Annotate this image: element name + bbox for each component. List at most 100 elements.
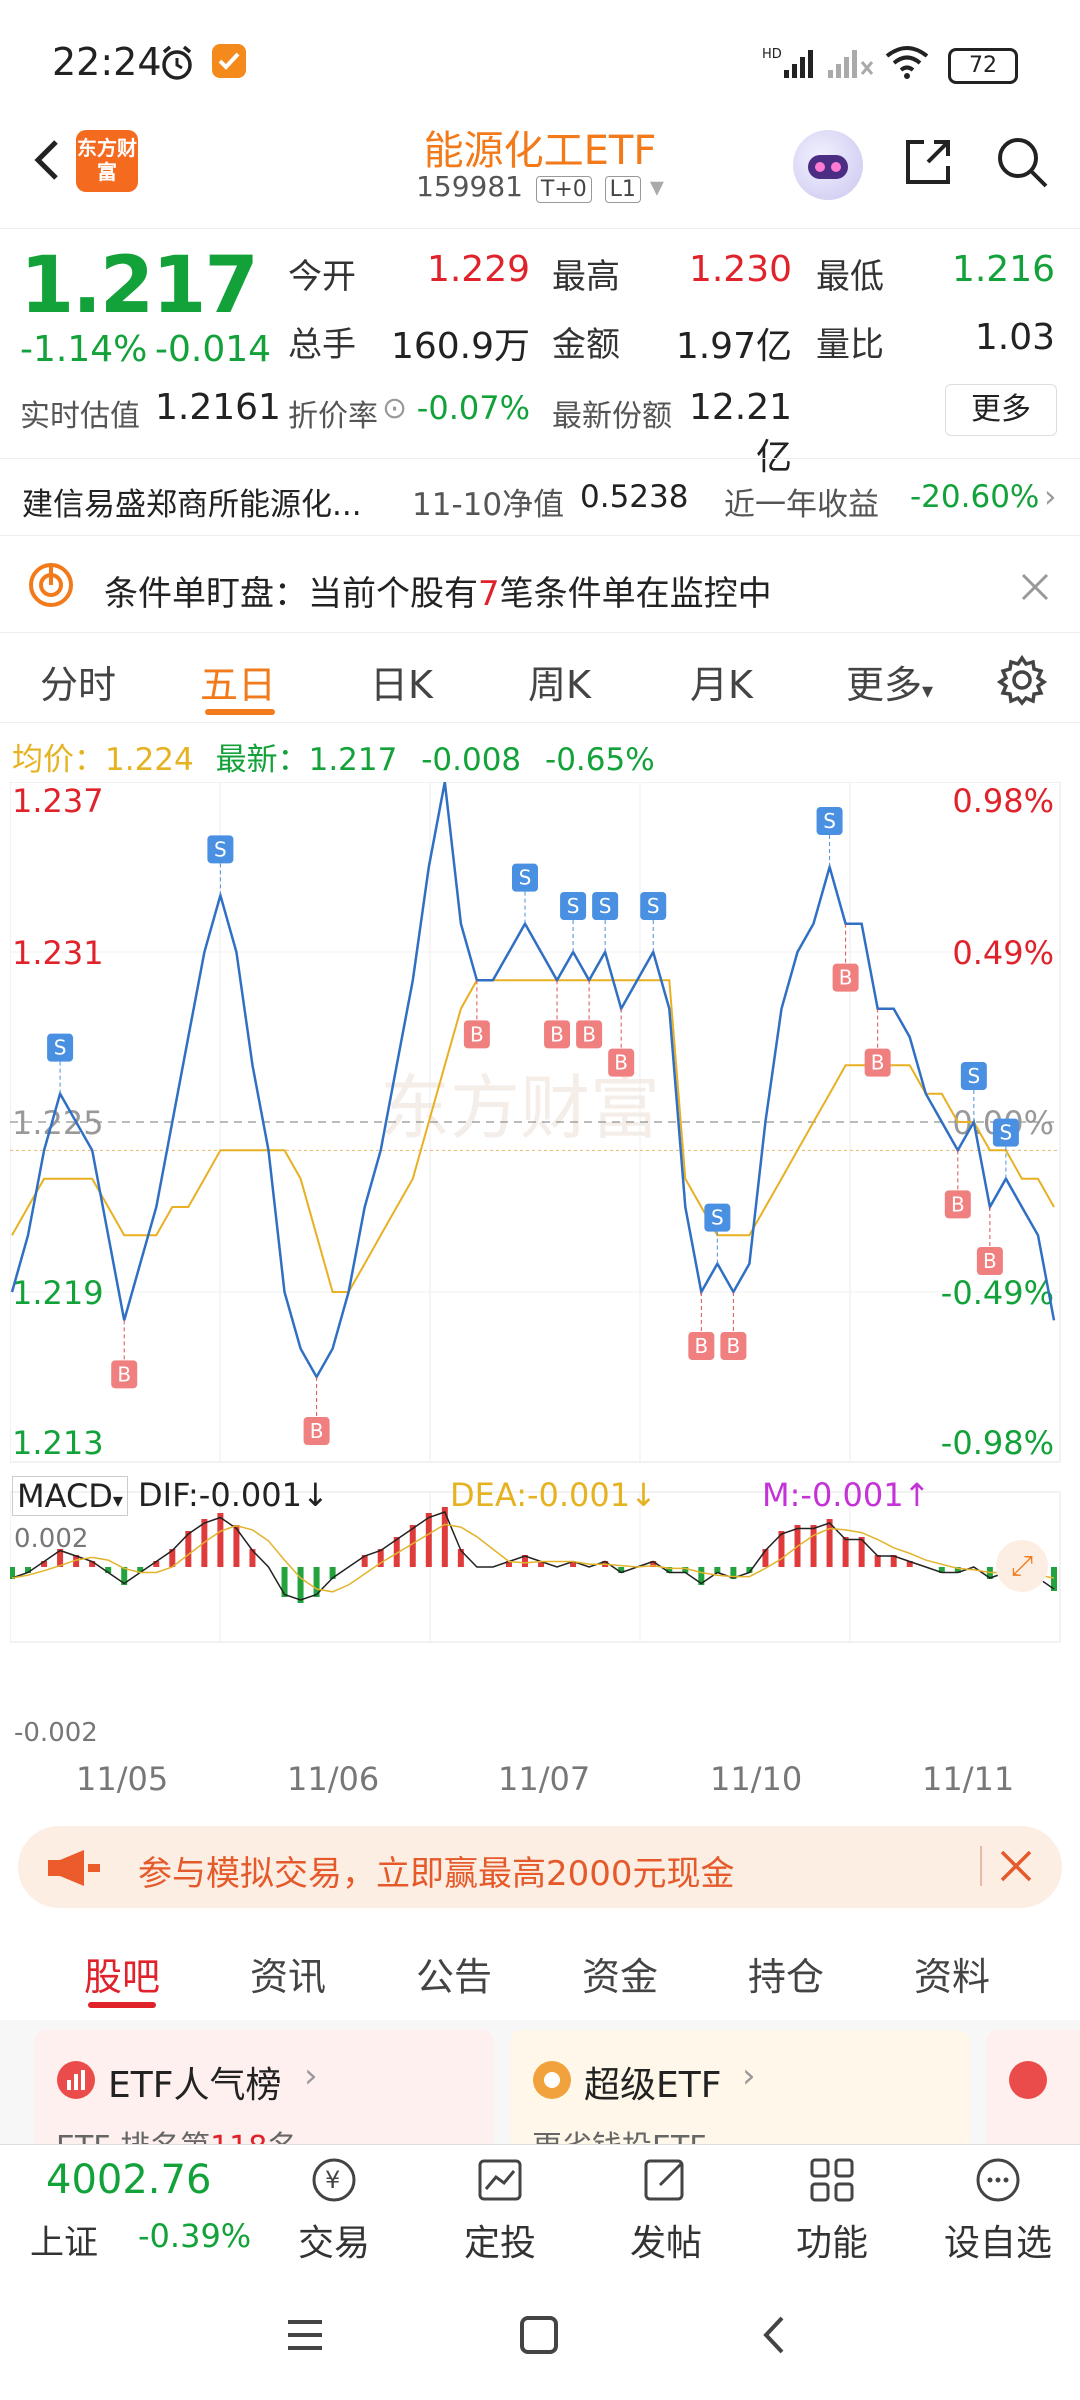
- amount-label: 金额: [552, 325, 620, 365]
- settings-icon[interactable]: [996, 654, 1048, 706]
- marker-label: B: [983, 1249, 997, 1273]
- macd-selector[interactable]: MACD▾: [12, 1476, 128, 1516]
- add-watchlist-button[interactable]: 设自选: [944, 2155, 1052, 2266]
- etf-card-partial[interactable]: [986, 2030, 1080, 2144]
- tab-five-day[interactable]: 五日: [200, 654, 276, 709]
- tab-daily-k[interactable]: 日K: [370, 654, 433, 709]
- card-sub-suffix: 名: [267, 2130, 297, 2144]
- dropdown-icon[interactable]: ▾: [650, 170, 664, 203]
- arrow-up-icon: ↑: [903, 1476, 931, 1514]
- date-label: 11/05: [76, 1760, 169, 1798]
- dea-value: DEA:-0.001↓: [450, 1476, 657, 1514]
- tab-forum[interactable]: 股吧: [84, 1946, 160, 2001]
- tab-profile[interactable]: 资料: [914, 1946, 990, 2001]
- tab-intraday[interactable]: 分时: [40, 654, 116, 709]
- macd-max: 0.002: [14, 1524, 89, 1554]
- info-icon[interactable]: ⊙: [382, 391, 407, 426]
- invest-plan-button[interactable]: 定投: [446, 2155, 554, 2266]
- tab-news[interactable]: 资讯: [250, 1946, 326, 2001]
- fund-info-row[interactable]: 建信易盛郑商所能源化... 11-10净值 0.5238 近一年收益 -20.6…: [0, 458, 1080, 536]
- marker-label: S: [214, 837, 227, 861]
- marker-label: S: [823, 809, 836, 833]
- header: 东方财富 能源化工ETF 159981 T+0 L1 ▾: [0, 120, 1080, 225]
- marker-label: B: [310, 1419, 324, 1443]
- card-sub: 更省钱投ETF: [532, 2122, 707, 2144]
- expand-icon[interactable]: ⤢: [996, 1540, 1048, 1592]
- tab-capital[interactable]: 资金: [582, 1946, 658, 2001]
- active-tab-indicator: [88, 2002, 156, 2008]
- menu-icon[interactable]: [284, 2314, 326, 2356]
- functions-label: 功能: [795, 2223, 868, 2264]
- tab-monthly-k[interactable]: 月K: [690, 654, 753, 709]
- macd-panel: [10, 1491, 1061, 1643]
- post-button[interactable]: 发帖: [612, 2155, 720, 2266]
- index-name[interactable]: 上证: [30, 2215, 98, 2264]
- latest-percent: -0.65%: [545, 742, 655, 778]
- ai-assistant-icon[interactable]: [793, 130, 863, 200]
- super-etf-card[interactable]: 超级ETF › 更省钱投ETF: [510, 2030, 970, 2144]
- invest-plan-label: 定投: [463, 2223, 536, 2264]
- open-label: 今开: [288, 257, 356, 297]
- low-label: 最低: [816, 257, 884, 297]
- return-label: 近一年收益: [724, 487, 879, 523]
- functions-button[interactable]: 功能: [778, 2155, 886, 2266]
- signal-2-icon: [828, 50, 874, 78]
- close-icon[interactable]: [1020, 572, 1050, 602]
- macd-min: -0.002: [14, 1718, 98, 1748]
- index-percent[interactable]: -0.39%: [138, 2217, 251, 2255]
- index-value[interactable]: 4002.76: [46, 2157, 211, 2203]
- chevron-right-icon: ›: [304, 2056, 318, 2096]
- watermark: 东方财富: [380, 1067, 660, 1149]
- feature-cards: ETF人气榜 › ETF 排名第118名 超级ETF › 更省钱投ETF: [0, 2020, 1080, 2144]
- fund-name: 建信易盛郑商所能源化...: [22, 487, 362, 523]
- date-label: 11/10: [710, 1760, 803, 1798]
- condition-order-banner[interactable]: 条件单盯盘：当前个股有7笔条件单在监控中: [0, 540, 1080, 633]
- volume-value: 160.9万: [390, 326, 530, 367]
- avg-value: 1.224: [105, 742, 194, 778]
- tab-more-label: 更多: [846, 663, 923, 707]
- estimate-label: 实时估值: [20, 399, 140, 434]
- marker-label: B: [694, 1334, 708, 1358]
- trade-icon: ¥: [312, 2158, 356, 2202]
- marker-label: S: [647, 894, 660, 918]
- battery-level: 72: [969, 53, 997, 78]
- latest-value: 1.217: [308, 742, 398, 778]
- chevron-down-icon: ▾: [112, 1488, 123, 1512]
- etf-icon: [1009, 2061, 1047, 2099]
- etf-popularity-card[interactable]: ETF人气榜 › ETF 排名第118名: [34, 2030, 494, 2144]
- macd-frame: [10, 1491, 1061, 1643]
- price-summary: 均价：1.224 最新：1.217 -0.008 -0.65%: [12, 734, 655, 779]
- tab-announcements[interactable]: 公告: [416, 1946, 492, 2001]
- y-tick-right: 0.49%: [952, 934, 1054, 972]
- megaphone-icon: [48, 1850, 100, 1886]
- y-tick-left: 1.213: [12, 1424, 104, 1462]
- stock-code: 159981: [416, 170, 523, 203]
- trade-button[interactable]: ¥ 交易: [280, 2155, 388, 2266]
- volume-label: 总手: [288, 325, 356, 365]
- volume-ratio-value: 1.03: [974, 317, 1055, 358]
- more-button[interactable]: 更多: [945, 384, 1057, 436]
- promo-banner[interactable]: 参与模拟交易，立即赢最高2000元现金: [18, 1826, 1062, 1908]
- marker-label: B: [470, 1022, 484, 1046]
- last-price: 1.217: [20, 241, 259, 331]
- more-dots-icon: [976, 2158, 1020, 2202]
- date-label: 11/11: [922, 1760, 1015, 1798]
- search-icon[interactable]: [992, 132, 1052, 192]
- tab-holdings[interactable]: 持仓: [748, 1946, 824, 2001]
- tab-weekly-k[interactable]: 周K: [528, 654, 591, 709]
- five-day-chart[interactable]: 东方财富 1.2370.98%1.2310.49%1.2250.00%1.219…: [10, 782, 1070, 1762]
- card-sub-prefix: ETF 排名第: [56, 2130, 210, 2144]
- chevron-right-icon: ›: [1044, 479, 1057, 515]
- status-time: 22:24: [52, 40, 162, 84]
- close-icon[interactable]: [998, 1848, 1034, 1884]
- status-bar: 22:24 HD 72: [0, 0, 1080, 120]
- high-value: 1.230: [688, 249, 792, 290]
- home-icon[interactable]: [518, 2314, 560, 2356]
- back-nav-icon[interactable]: [754, 2314, 796, 2356]
- tab-more[interactable]: 更多▾: [846, 654, 933, 709]
- marker-label: B: [727, 1334, 741, 1358]
- share-icon[interactable]: [898, 132, 958, 192]
- arrow-down-icon: ↓: [630, 1476, 657, 1514]
- latest-change: -0.008: [421, 742, 522, 778]
- network-label: HD: [762, 47, 782, 62]
